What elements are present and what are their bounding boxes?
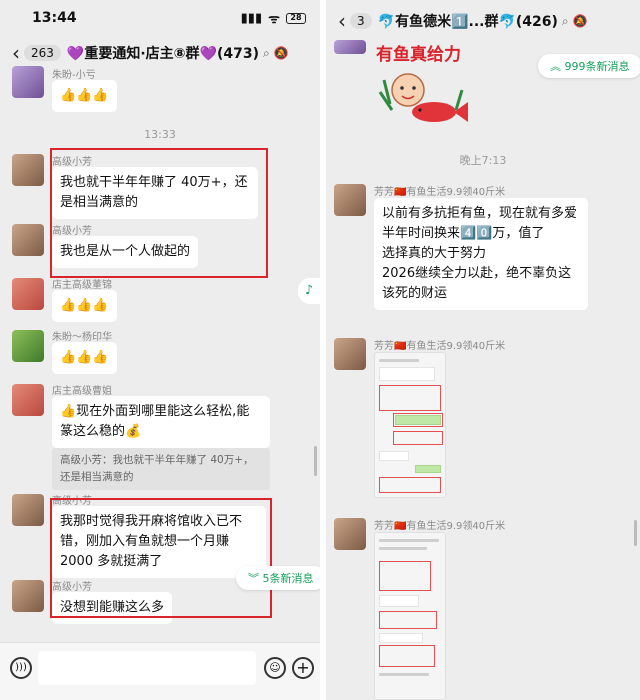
double-chevron-up-icon: ︽ — [550, 60, 565, 73]
unread-count-badge[interactable]: 3 — [350, 13, 372, 29]
left-chat-panel: 13:44 ▮▮▮ ᯤ 28 ‹ 263 💜重要通知·店主⑧群💜(473) ⌕ … — [0, 0, 320, 700]
group-chat-icon: ⌕ — [262, 45, 270, 60]
input-bar: ))) ☺ + — [0, 642, 320, 700]
sender-name: 芳芳🇨🇳有鱼生活9.9领40斤米 — [374, 187, 506, 198]
avatar[interactable] — [12, 278, 44, 310]
sender-name: 芳芳🇨🇳有鱼生活9.9领40斤米 — [374, 341, 506, 352]
mute-bell-icon: 🔕 — [273, 46, 289, 60]
right-chat-panel: ‹ 3 🐬有鱼德米1️⃣...群🐬(426) ⌕ 🔕 ︽ 999条新消息 晚上7… — [326, 0, 640, 700]
chat-header: ‹ 263 💜重要通知·店主⑧群💜(473) ⌕ 🔕 — [0, 38, 320, 68]
chat-header: ‹ 3 🐬有鱼德米1️⃣...群🐬(426) ⌕ 🔕 — [326, 6, 640, 36]
new-messages-label: 999条新消息 — [564, 60, 630, 73]
wifi-icon: ᯤ — [268, 12, 280, 27]
new-messages-pill[interactable]: ︾ 5条新消息 — [236, 566, 320, 590]
cartoon-fish-sticker-icon — [378, 73, 468, 122]
avatar[interactable] — [334, 338, 366, 370]
status-bar: 13:44 ▮▮▮ ᯤ 28 — [0, 0, 320, 34]
message-bubble[interactable]: 👍现在外面到哪里能这么轻松,能篆这么稳的💰 — [52, 396, 270, 448]
highlight-box — [50, 148, 268, 278]
avatar[interactable] — [334, 40, 366, 54]
message-bubble[interactable]: 👍👍👍 — [52, 290, 117, 322]
group-title: 💜重要通知·店主⑧群💜(473) — [66, 46, 259, 62]
avatar[interactable] — [12, 330, 44, 362]
avatar[interactable] — [334, 518, 366, 550]
sender-name: 店主高级曹姐 — [52, 386, 112, 397]
message-bubble[interactable]: 以前有多抗拒有鱼，现在就有多爱 半年时间换来4️⃣0️⃣万，值了 选择真的大于努… — [374, 198, 588, 310]
status-icons: ▮▮▮ ᯤ 28 — [241, 9, 306, 27]
signal-icon: ▮▮▮ — [240, 10, 263, 26]
avatar[interactable] — [12, 384, 44, 416]
avatar[interactable] — [12, 494, 44, 526]
highlight-box — [50, 498, 272, 618]
message-input[interactable] — [38, 651, 256, 685]
scrollbar[interactable] — [314, 446, 317, 476]
message-bubble[interactable]: 👍👍👍 — [52, 80, 117, 112]
screenshot-image[interactable] — [374, 352, 446, 498]
quoted-reply[interactable]: 高级小芳：我也就干半年年赚了 40万+，还是相当满意的 — [52, 448, 270, 490]
sender-name: 朱盼～杨印华 — [52, 332, 112, 343]
avatar[interactable] — [12, 580, 44, 612]
new-messages-label: 5条新消息 — [262, 572, 314, 585]
sender-name: 店主高级董锦 — [52, 280, 112, 291]
avatar[interactable] — [334, 184, 366, 216]
emoji-icon[interactable]: ☺ — [264, 657, 286, 679]
avatar[interactable] — [12, 224, 44, 256]
new-messages-pill[interactable]: ︽ 999条新消息 — [538, 54, 640, 78]
message-bubble[interactable]: 👍👍👍 — [52, 342, 117, 374]
sender-name: 芳芳🇨🇳有鱼生活9.9领40斤米 — [374, 521, 506, 532]
group-title: 🐬有鱼德米1️⃣...群🐬(426) — [377, 14, 558, 30]
group-chat-icon: ⌕ — [561, 13, 569, 28]
sticker-image[interactable]: 有鱼真给力 — [376, 40, 476, 130]
music-note-icon[interactable]: ♪ — [298, 278, 320, 304]
status-time: 13:44 — [32, 10, 77, 26]
sender-name: 朱盼-小亏 — [52, 70, 96, 81]
mute-bell-icon: 🔕 — [572, 14, 588, 28]
avatar[interactable] — [12, 66, 44, 98]
voice-icon[interactable]: ))) — [10, 657, 32, 679]
plus-icon[interactable]: + — [292, 657, 314, 679]
unread-count-badge[interactable]: 263 — [24, 45, 61, 61]
screenshot-image[interactable] — [374, 532, 446, 700]
timestamp: 13:33 — [144, 128, 176, 141]
avatar[interactable] — [12, 154, 44, 186]
back-chevron-icon[interactable]: ‹ — [12, 41, 20, 65]
scrollbar[interactable] — [634, 520, 637, 546]
double-chevron-down-icon: ︾ — [248, 572, 263, 585]
battery-icon: 28 — [286, 12, 306, 24]
back-chevron-icon[interactable]: ‹ — [338, 9, 346, 33]
timestamp: 晚上7:13 — [459, 154, 507, 167]
